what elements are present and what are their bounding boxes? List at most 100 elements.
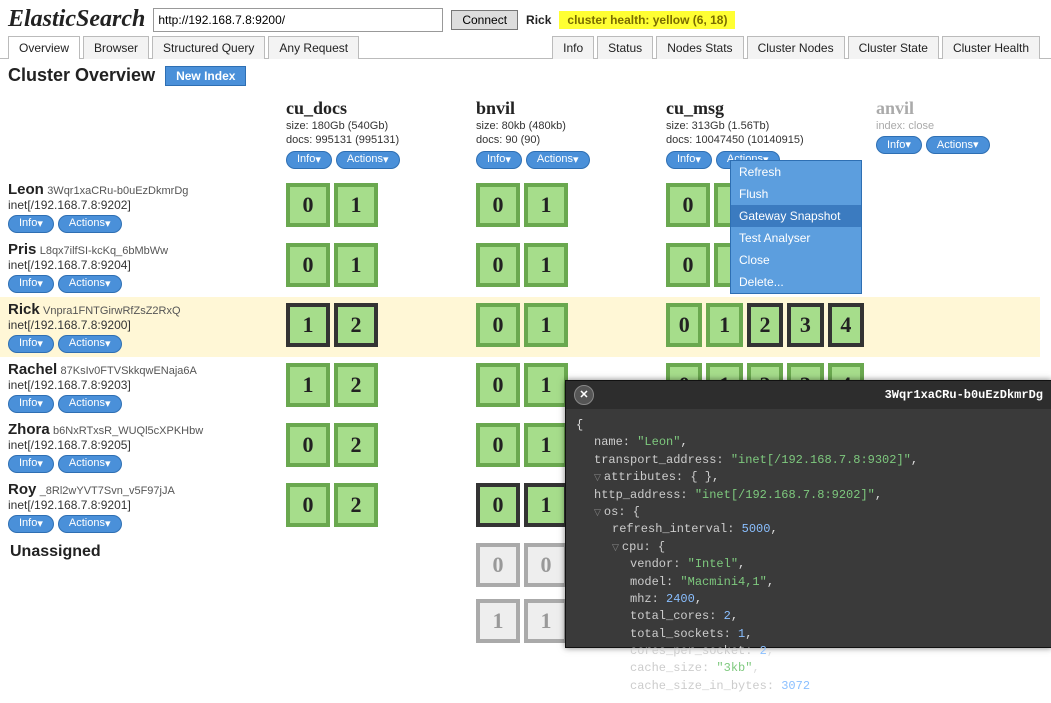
tab-any-request[interactable]: Any Request [268, 36, 359, 59]
shard[interactable]: 0 [286, 423, 330, 467]
index-meta: index: close [876, 119, 1034, 133]
shard[interactable]: 0 [476, 183, 520, 227]
shard[interactable]: 1 [286, 303, 330, 347]
node-name: Zhora [8, 421, 50, 438]
node-id: _8Rl2wYVT7Svn_v5F97jJA [40, 485, 175, 497]
shard[interactable]: 4 [828, 303, 864, 347]
node-roy-actions-button[interactable]: Actions [58, 515, 122, 533]
index-anvil-actions-button[interactable]: Actions [926, 136, 990, 154]
index-cu_msg-info-button[interactable]: Info [666, 151, 712, 169]
shard[interactable]: 2 [747, 303, 783, 347]
shard[interactable]: 0 [476, 363, 520, 407]
panel-title: 3Wqr1xaCRu-b0uEzDkmrDg [885, 388, 1043, 402]
shard[interactable]: 1 [524, 363, 568, 407]
node-address: inet[/192.168.7.8:9204] [8, 258, 131, 272]
node-id: b6NxRTxsR_WUQl5cXPKHbw [53, 425, 203, 437]
node-address: inet[/192.168.7.8:9202] [8, 198, 131, 212]
shard[interactable]: 1 [334, 183, 378, 227]
shard[interactable]: 3 [787, 303, 823, 347]
node-rick-actions-button[interactable]: Actions [58, 335, 122, 353]
tab-overview[interactable]: Overview [8, 36, 80, 59]
node-address: inet[/192.168.7.8:9201] [8, 498, 131, 512]
shard[interactable]: 2 [334, 423, 378, 467]
shard[interactable]: 0 [286, 183, 330, 227]
panel-body: { name: "Leon", transport_address: "inet… [566, 409, 1051, 703]
shard[interactable]: 0 [666, 243, 710, 287]
cluster-health-badge: cluster health: yellow (6, 18) [559, 11, 735, 29]
shard[interactable]: 0 [666, 183, 710, 227]
cluster-url-input[interactable] [153, 8, 443, 32]
index-anvil-info-button[interactable]: Info [876, 136, 922, 154]
shard[interactable]: 1 [524, 303, 568, 347]
close-icon[interactable]: ✕ [574, 385, 594, 405]
node-address: inet[/192.168.7.8:9203] [8, 378, 131, 392]
menu-item-flush[interactable]: Flush [731, 183, 861, 205]
shard[interactable]: 1 [524, 243, 568, 287]
shard[interactable]: 2 [334, 303, 378, 347]
node-zhora-info-button[interactable]: Info [8, 455, 54, 473]
menu-item-test-analyser[interactable]: Test Analyser [731, 227, 861, 249]
index-bnvil-actions-button[interactable]: Actions [526, 151, 590, 169]
shard[interactable]: 2 [334, 363, 378, 407]
shard[interactable]: 0 [476, 423, 520, 467]
node-zhora-actions-button[interactable]: Actions [58, 455, 122, 473]
shard[interactable]: 0 [476, 543, 520, 587]
menu-item-delete-[interactable]: Delete... [731, 271, 861, 293]
shard[interactable]: 1 [286, 363, 330, 407]
shard[interactable]: 1 [334, 243, 378, 287]
page-title: Cluster Overview [8, 65, 155, 86]
shard[interactable]: 0 [286, 243, 330, 287]
new-index-button[interactable]: New Index [165, 66, 246, 86]
shard[interactable]: 1 [524, 483, 568, 527]
node-address: inet[/192.168.7.8:9200] [8, 318, 131, 332]
tab-cluster-health[interactable]: Cluster Health [942, 36, 1040, 59]
tab-browser[interactable]: Browser [83, 36, 149, 59]
index-name: anvil [876, 98, 1034, 119]
master-node-label: Rick [526, 13, 551, 27]
shard[interactable]: 1 [706, 303, 742, 347]
tab-cluster-nodes[interactable]: Cluster Nodes [747, 36, 845, 59]
menu-item-gateway-snapshot[interactable]: Gateway Snapshot [731, 205, 861, 227]
shard[interactable]: 1 [524, 423, 568, 467]
shard[interactable]: 2 [334, 483, 378, 527]
shard[interactable]: 0 [476, 483, 520, 527]
menu-item-refresh[interactable]: Refresh [731, 161, 861, 183]
index-name: cu_docs [286, 98, 464, 119]
shard[interactable]: 1 [476, 599, 520, 643]
connect-button[interactable]: Connect [451, 10, 518, 30]
index-cu_docs-actions-button[interactable]: Actions [336, 151, 400, 169]
tab-info[interactable]: Info [552, 36, 594, 59]
unassigned-label: Unassigned [0, 537, 280, 649]
index-bnvil-info-button[interactable]: Info [476, 151, 522, 169]
node-rachel-actions-button[interactable]: Actions [58, 395, 122, 413]
shard[interactable]: 1 [524, 183, 568, 227]
tab-cluster-state[interactable]: Cluster State [848, 36, 939, 59]
node-pris-actions-button[interactable]: Actions [58, 275, 122, 293]
node-leon-actions-button[interactable]: Actions [58, 215, 122, 233]
node-roy-info-button[interactable]: Info [8, 515, 54, 533]
index-meta: size: 180Gb (540Gb)docs: 995131 (995131) [286, 119, 464, 148]
app-title: ElasticSearch [8, 6, 145, 33]
node-rick-info-button[interactable]: Info [8, 335, 54, 353]
shard[interactable]: 0 [286, 483, 330, 527]
node-pris-info-button[interactable]: Info [8, 275, 54, 293]
node-name: Rick [8, 301, 40, 318]
shard[interactable]: 0 [476, 243, 520, 287]
shard[interactable]: 0 [524, 543, 568, 587]
node-id: L8qx7ilfSI-kcKq_6bMbWw [40, 245, 168, 257]
shard[interactable]: 0 [476, 303, 520, 347]
tab-status[interactable]: Status [597, 36, 653, 59]
tab-nodes-stats[interactable]: Nodes Stats [656, 36, 743, 59]
tab-structured-query[interactable]: Structured Query [152, 36, 265, 59]
menu-item-close[interactable]: Close [731, 249, 861, 271]
node-id: Vnpra1FNTGirwRfZsZ2RxQ [43, 305, 181, 317]
node-id: 3Wqr1xaCRu-b0uEzDkmrDg [47, 185, 188, 197]
node-rachel-info-button[interactable]: Info [8, 395, 54, 413]
shard[interactable]: 0 [666, 303, 702, 347]
node-leon-info-button[interactable]: Info [8, 215, 54, 233]
shard[interactable]: 1 [524, 599, 568, 643]
actions-dropdown-menu[interactable]: RefreshFlushGateway SnapshotTest Analyse… [730, 160, 862, 294]
node-info-panel[interactable]: ✕ 3Wqr1xaCRu-b0uEzDkmrDg { name: "Leon",… [565, 380, 1051, 648]
node-name: Roy [8, 481, 36, 498]
index-cu_docs-info-button[interactable]: Info [286, 151, 332, 169]
